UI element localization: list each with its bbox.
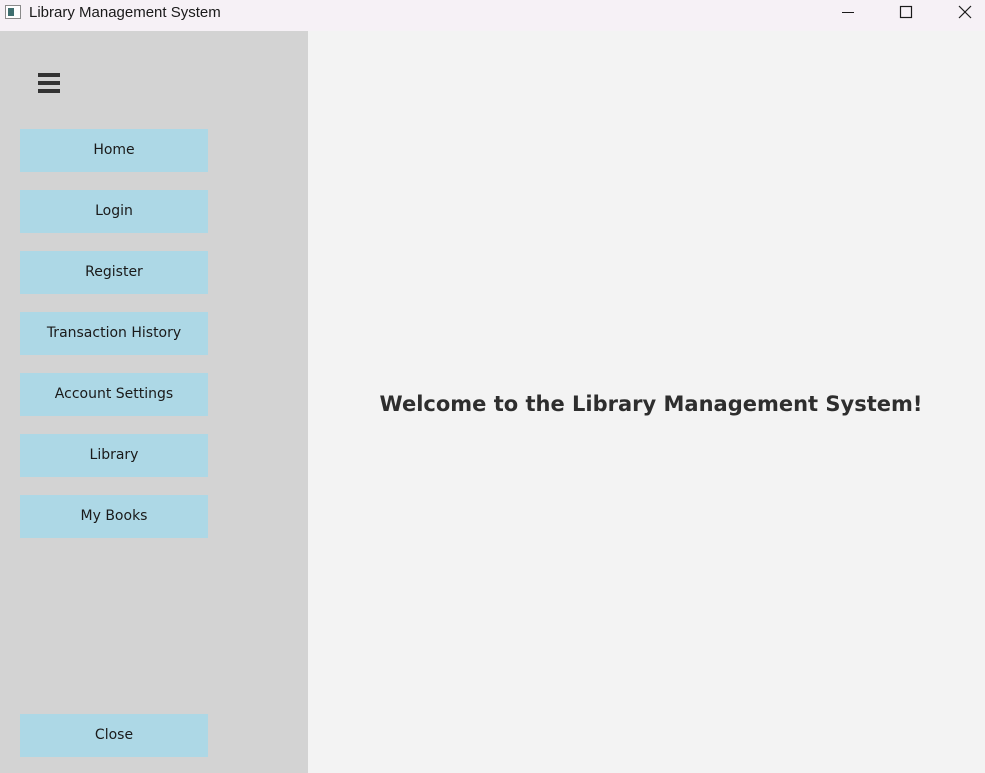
- title-bar[interactable]: Library Management System: [0, 0, 985, 31]
- home-button[interactable]: Home: [20, 129, 208, 172]
- window-title: Library Management System: [29, 4, 221, 21]
- transaction-history-button[interactable]: Transaction History: [20, 312, 208, 355]
- sidebar: Home Login Register Transaction History …: [0, 31, 308, 773]
- account-settings-button[interactable]: Account Settings: [20, 373, 208, 416]
- library-button[interactable]: Library: [20, 434, 208, 477]
- main-content: Welcome to the Library Management System…: [308, 31, 985, 773]
- close-button[interactable]: Close: [20, 714, 208, 757]
- register-button[interactable]: Register: [20, 251, 208, 294]
- app-icon: [5, 5, 21, 19]
- hamburger-menu-icon[interactable]: [38, 71, 62, 96]
- maximize-button[interactable]: [883, 0, 929, 31]
- minimize-icon: [842, 12, 854, 13]
- my-books-button[interactable]: My Books: [20, 495, 208, 538]
- welcome-heading: Welcome to the Library Management System…: [379, 392, 923, 416]
- login-button[interactable]: Login: [20, 190, 208, 233]
- close-window-button[interactable]: [941, 0, 985, 31]
- minimize-button[interactable]: [825, 0, 871, 31]
- maximize-icon: [899, 5, 913, 19]
- close-icon: [958, 5, 972, 19]
- app-window: Library Management System Home Login Reg: [0, 0, 985, 773]
